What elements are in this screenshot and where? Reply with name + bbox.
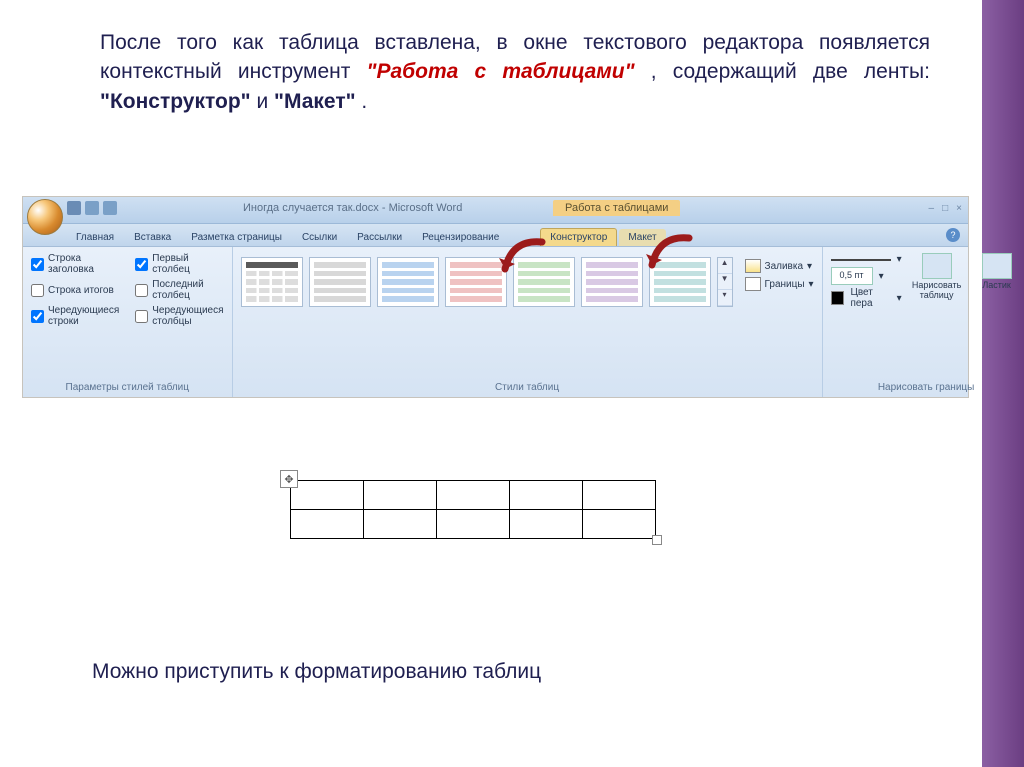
tab-mailings[interactable]: Рассылки: [348, 229, 411, 246]
pen-weight-value: 0,5 пт: [831, 267, 873, 285]
sample-table-container: ✥: [290, 480, 656, 539]
save-icon[interactable]: [67, 201, 81, 215]
group-label-style-options: Параметры стилей таблиц: [31, 382, 224, 395]
style-thumb-5[interactable]: [513, 257, 575, 307]
style-thumb-1[interactable]: [241, 257, 303, 307]
group-table-styles: ▲▼▾ Заливка ▾ Границы ▾ Стили таблиц: [233, 247, 823, 397]
tab-insert[interactable]: Вставка: [125, 229, 180, 246]
pen-color-selector[interactable]: Цвет пера ▾: [831, 286, 902, 310]
chk-first-col-label: Первый столбец: [152, 253, 223, 275]
table-move-handle-icon[interactable]: ✥: [280, 470, 298, 488]
maximize-icon[interactable]: □: [942, 203, 948, 214]
chk-banded-cols[interactable]: Чередующиеся столбцы: [135, 305, 223, 327]
pen-weight-selector[interactable]: 0,5 пт ▾: [831, 266, 902, 286]
chk-total-row[interactable]: Строка итогов: [31, 279, 119, 301]
title-bar: Иногда случается так.docx - Microsoft Wo…: [23, 197, 968, 224]
document-title: Иногда случается так.docx - Microsoft Wo…: [243, 202, 462, 214]
draw-table-label: Нарисовать таблицу: [912, 280, 961, 300]
eraser-button[interactable]: Ластик: [972, 253, 1022, 310]
borders-label: Границы: [765, 279, 805, 290]
bottom-caption: Можно приступить к форматированию таблиц: [92, 660, 541, 684]
word-ribbon-screenshot: Иногда случается так.docx - Microsoft Wo…: [22, 196, 969, 398]
chk-total-row-label: Строка итогов: [48, 285, 114, 296]
chk-last-col[interactable]: Последний столбец: [135, 279, 223, 301]
group-style-options: Строка заголовка Первый столбец Строка и…: [23, 247, 233, 397]
chk-banded-cols-label: Чередующиеся столбцы: [152, 305, 223, 327]
style-thumb-2[interactable]: [309, 257, 371, 307]
style-thumb-6[interactable]: [581, 257, 643, 307]
intro-paragraph: После того как таблица вставлена, в окне…: [100, 28, 930, 116]
pen-color-icon: [831, 291, 845, 305]
redo-icon[interactable]: [103, 201, 117, 215]
chk-first-col[interactable]: Первый столбец: [135, 253, 223, 275]
group-label-draw: Нарисовать границы: [831, 382, 1022, 395]
borders-button[interactable]: Границы ▾: [745, 275, 814, 293]
chk-header-row-label: Строка заголовка: [48, 253, 119, 275]
intro-bold-konstruktor: "Конструктор": [100, 90, 251, 113]
pen-color-label: Цвет пера: [850, 287, 890, 309]
intro-highlight-rabota: "Работа с таблицами": [367, 60, 635, 83]
tab-design[interactable]: Конструктор: [540, 228, 617, 246]
ribbon-body: Строка заголовка Первый столбец Строка и…: [23, 247, 968, 397]
tab-review[interactable]: Рецензирование: [413, 229, 508, 246]
ribbon-tabs: Главная Вставка Разметка страницы Ссылки…: [23, 224, 968, 247]
chk-banded-rows[interactable]: Чередующиеся строки: [31, 305, 119, 327]
shading-label: Заливка: [765, 261, 804, 272]
close-icon[interactable]: ×: [956, 203, 962, 214]
pen-style-selector[interactable]: ▾: [831, 253, 902, 266]
chk-header-row[interactable]: Строка заголовка: [31, 253, 119, 275]
intro-bold-maket: "Макет": [274, 90, 356, 113]
tab-home[interactable]: Главная: [67, 229, 123, 246]
shading-button[interactable]: Заливка ▾: [745, 257, 814, 275]
style-thumb-4[interactable]: [445, 257, 507, 307]
intro-text-2: , содержащий две ленты:: [651, 60, 930, 83]
chk-last-col-label: Последний столбец: [152, 279, 223, 301]
tab-layout[interactable]: Макет: [619, 229, 665, 246]
eraser-label: Ластик: [982, 280, 1011, 290]
style-thumb-3[interactable]: [377, 257, 439, 307]
style-thumb-7[interactable]: [649, 257, 711, 307]
group-draw-borders: ▾ 0,5 пт ▾ Цвет пера ▾ Нарисовать таблиц…: [823, 247, 1024, 397]
tab-references[interactable]: Ссылки: [293, 229, 346, 246]
line-style-icon: [831, 259, 891, 261]
styles-gallery: ▲▼▾ Заливка ▾ Границы ▾: [241, 253, 814, 382]
slide: После того как таблица вставлена, в окне…: [0, 0, 1024, 767]
tab-page-layout[interactable]: Разметка страницы: [182, 229, 291, 246]
pencil-table-icon: [922, 253, 952, 279]
borders-icon: [745, 277, 761, 291]
minimize-icon[interactable]: –: [929, 203, 935, 214]
gallery-more-button[interactable]: ▲▼▾: [717, 257, 733, 307]
table-row: [291, 510, 656, 539]
chk-banded-rows-label: Чередующиеся строки: [48, 305, 119, 327]
table-row: [291, 481, 656, 510]
quick-access-toolbar: [67, 201, 117, 215]
eraser-icon: [982, 253, 1012, 279]
paint-bucket-icon: [745, 259, 761, 273]
office-button[interactable]: [27, 199, 63, 235]
window-controls: – □ ×: [929, 203, 962, 214]
undo-icon[interactable]: [85, 201, 99, 215]
draw-table-button[interactable]: Нарисовать таблицу: [912, 253, 962, 310]
sample-table[interactable]: [290, 480, 656, 539]
group-label-styles: Стили таблиц: [241, 382, 814, 395]
intro-text-3: и: [256, 90, 274, 113]
context-tab-title: Работа с таблицами: [553, 200, 680, 216]
help-icon[interactable]: ?: [946, 228, 960, 242]
intro-text-4: .: [361, 90, 367, 113]
table-resize-handle-icon[interactable]: [652, 535, 662, 545]
